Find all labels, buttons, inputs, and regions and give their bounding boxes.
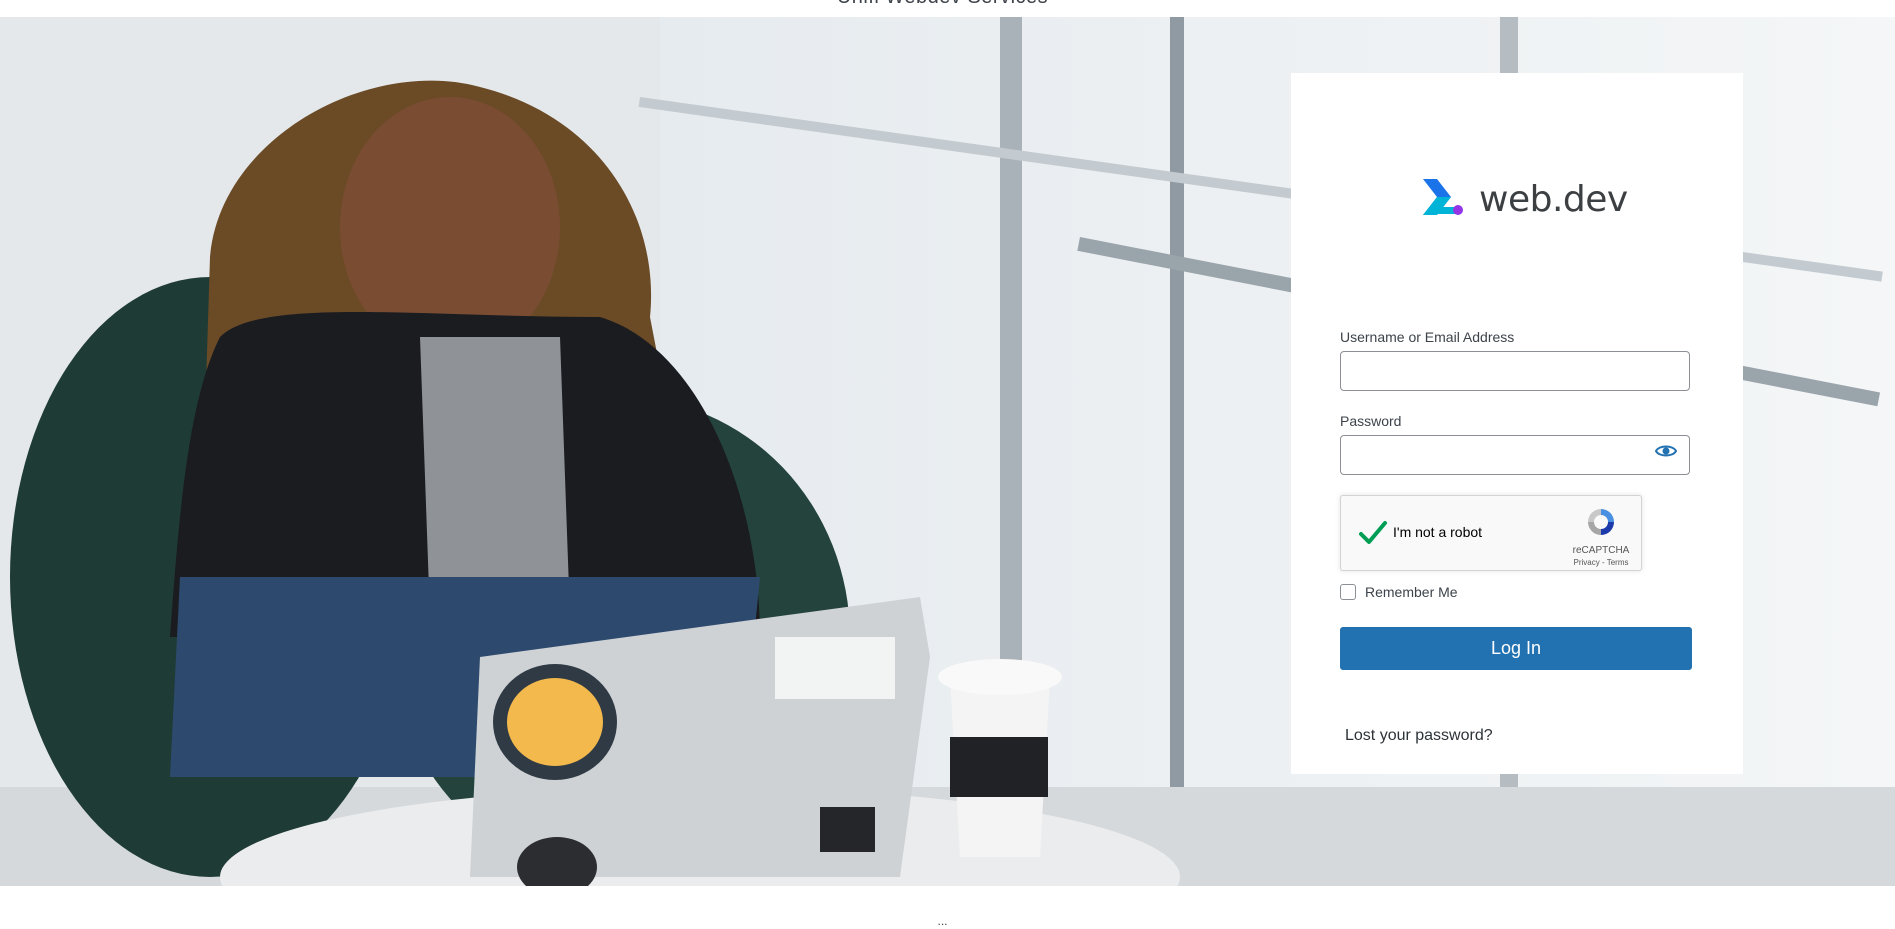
recaptcha-checkbox[interactable] [1357, 517, 1389, 549]
username-label: Username or Email Address [1340, 329, 1515, 345]
recaptcha-logo-icon [1588, 509, 1614, 535]
footer-dots: ... [937, 914, 948, 928]
logo: web.dev [1421, 177, 1628, 221]
remember-me-label[interactable]: Remember Me [1365, 584, 1458, 600]
show-password-button[interactable] [1652, 439, 1680, 463]
site-title: Unifi Webdev Services [0, 0, 1885, 9]
logo-text: web.dev [1479, 178, 1628, 220]
username-input[interactable] [1340, 351, 1690, 391]
recaptcha-logo: reCAPTCHA Privacy - Terms [1571, 506, 1631, 567]
lost-password-link[interactable]: Lost your password? [1345, 727, 1493, 745]
login-button[interactable]: Log In [1340, 627, 1692, 670]
recaptcha-brand: reCAPTCHA [1572, 545, 1630, 556]
top-header: Unifi Webdev Services [0, 0, 1895, 17]
recaptcha-privacy-terms-link[interactable]: Privacy - Terms [1571, 558, 1631, 567]
remember-me-checkbox[interactable] [1340, 584, 1356, 600]
recaptcha-label: I'm not a robot [1393, 524, 1483, 540]
footer: ... [0, 886, 1895, 929]
password-label: Password [1340, 413, 1402, 429]
password-input[interactable] [1340, 435, 1690, 475]
recaptcha-widget: I'm not a robot reCAPTCHA Privacy - Term… [1340, 495, 1642, 571]
checkmark-icon [1359, 521, 1387, 544]
login-card: web.dev Username or Email Address Passwo… [1291, 73, 1743, 774]
webdev-chevron-logo-icon [1421, 177, 1465, 222]
remember-me-row: Remember Me [1340, 584, 1458, 600]
eye-icon [1655, 445, 1677, 457]
